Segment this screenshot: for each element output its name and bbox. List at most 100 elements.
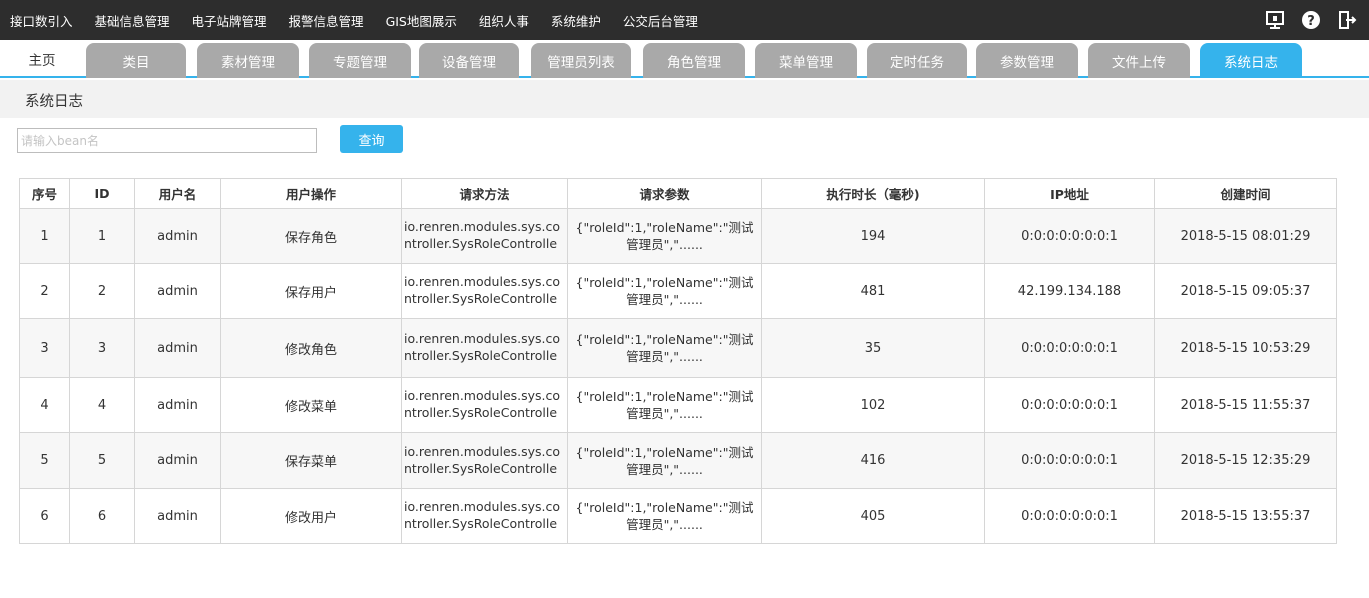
tab-menu[interactable]: 菜单管理 [755,43,857,78]
top-icons: ? [1265,0,1357,40]
cell-ip: 0:0:0:0:0:0:0:1 [984,318,1155,378]
cell-created: 2018-5-15 09:05:37 [1154,263,1337,319]
cell-method-text: io.renren.modules.sys.controller.SysRole… [404,274,561,309]
column-header-no[interactable]: 序号 [19,178,70,209]
table-row[interactable]: 2 2 admin 保存用户 io.renren.modules.sys.con… [19,263,1337,319]
cell-params: {"roleId":1,"roleName":"测试管理员","...... [567,488,762,544]
tab-scheduled-task[interactable]: 定时任务 [867,43,967,78]
cell-method: io.renren.modules.sys.controller.SysRole… [401,318,568,378]
cell-duration: 35 [761,318,985,378]
cell-created: 2018-5-15 10:53:29 [1154,318,1337,378]
tab-role[interactable]: 角色管理 [643,43,745,78]
cell-operation: 修改用户 [220,488,402,544]
cell-params-text: {"roleId":1,"roleName":"测试管理员","...... [575,389,754,421]
column-header-method[interactable]: 请求方法 [401,178,568,209]
tab-category[interactable]: 类目 [86,43,186,78]
tab-system-log[interactable]: 系统日志 [1200,43,1302,78]
query-button[interactable]: 查询 [340,125,403,153]
tab-device[interactable]: 设备管理 [419,43,519,78]
cell-operation: 修改菜单 [220,377,402,433]
search-input[interactable] [17,128,317,153]
table-header-row: 序号 ID 用户名 用户操作 请求方法 请求参数 执行时长（毫秒) IP地址 创… [19,178,1337,209]
logout-icon[interactable] [1337,10,1357,30]
column-header-duration[interactable]: 执行时长（毫秒) [761,178,985,209]
top-menu-item-gis-map[interactable]: GIS地图展示 [386,11,457,30]
cell-username: admin [134,488,221,544]
tab-file-upload[interactable]: 文件上传 [1088,43,1190,78]
cell-id: 4 [69,377,135,433]
table-row[interactable]: 1 1 admin 保存角色 io.renren.modules.sys.con… [19,208,1337,264]
cell-method-text: io.renren.modules.sys.controller.SysRole… [404,331,561,366]
table-row[interactable]: 4 4 admin 修改菜单 io.renren.modules.sys.con… [19,377,1337,433]
tab-material[interactable]: 素材管理 [197,43,299,78]
cell-id: 3 [69,318,135,378]
column-header-params[interactable]: 请求参数 [567,178,762,209]
top-menu-item-org-hr[interactable]: 组织人事 [479,11,529,30]
cell-id: 6 [69,488,135,544]
page-title: 系统日志 [25,94,83,110]
tab-strip: 主页 类目 素材管理 专题管理 设备管理 管理员列表 角色管理 菜单管理 定时任… [0,40,1369,78]
column-header-created[interactable]: 创建时间 [1154,178,1337,209]
cell-params: {"roleId":1,"roleName":"测试管理员","...... [567,208,762,264]
cell-no: 3 [19,318,70,378]
cell-operation: 保存角色 [220,208,402,264]
cell-method-text: io.renren.modules.sys.controller.SysRole… [404,499,561,534]
cell-params-text: {"roleId":1,"roleName":"测试管理员","...... [575,500,754,532]
cell-ip: 0:0:0:0:0:0:0:1 [984,432,1155,489]
monitor-icon[interactable] [1265,10,1285,30]
cell-method: io.renren.modules.sys.controller.SysRole… [401,208,568,264]
column-header-ip[interactable]: IP地址 [984,178,1155,209]
table-row[interactable]: 6 6 admin 修改用户 io.renren.modules.sys.con… [19,488,1337,544]
cell-duration: 102 [761,377,985,433]
cell-params-text: {"roleId":1,"roleName":"测试管理员","...... [575,444,754,477]
top-menu-item-system[interactable]: 系统维护 [551,11,601,30]
column-header-username[interactable]: 用户名 [134,178,221,209]
cell-operation: 保存用户 [220,263,402,319]
table-row[interactable]: 5 5 admin 保存菜单 io.renren.modules.sys.con… [19,432,1337,489]
cell-duration: 416 [761,432,985,489]
cell-no: 1 [19,208,70,264]
cell-username: admin [134,432,221,489]
cell-operation: 保存菜单 [220,432,402,489]
cell-id: 5 [69,432,135,489]
cell-id: 2 [69,263,135,319]
cell-method-text: io.renren.modules.sys.controller.SysRole… [404,219,561,254]
cell-created: 2018-5-15 11:55:37 [1154,377,1337,433]
tab-parameters[interactable]: 参数管理 [976,43,1078,78]
cell-operation: 修改角色 [220,318,402,378]
cell-ip: 0:0:0:0:0:0:0:1 [984,488,1155,544]
top-menu-item-basic-info[interactable]: 基础信息管理 [95,11,170,30]
cell-username: admin [134,263,221,319]
log-table: 序号 ID 用户名 用户操作 请求方法 请求参数 执行时长（毫秒) IP地址 创… [19,178,1337,544]
cell-created: 2018-5-15 12:35:29 [1154,432,1337,489]
top-nav-bar: 接口数引入 基础信息管理 电子站牌管理 报警信息管理 GIS地图展示 组织人事 … [0,0,1369,40]
column-header-id[interactable]: ID [69,178,135,209]
cell-no: 2 [19,263,70,319]
top-menu-item-bus-admin[interactable]: 公交后台管理 [623,11,698,30]
tab-home[interactable]: 主页 [14,40,70,78]
cell-ip: 0:0:0:0:0:0:0:1 [984,208,1155,264]
column-header-operation[interactable]: 用户操作 [220,178,402,209]
cell-created: 2018-5-15 08:01:29 [1154,208,1337,264]
top-menu-item-e-stop-sign[interactable]: 电子站牌管理 [192,11,267,30]
page-header: 系统日志 [0,80,1369,118]
cell-method-text: io.renren.modules.sys.controller.SysRole… [404,388,561,423]
cell-no: 5 [19,432,70,489]
cell-username: admin [134,377,221,433]
top-menu: 接口数引入 基础信息管理 电子站牌管理 报警信息管理 GIS地图展示 组织人事 … [0,0,710,40]
cell-params: {"roleId":1,"roleName":"测试管理员","...... [567,263,762,319]
cell-method: io.renren.modules.sys.controller.SysRole… [401,263,568,319]
cell-no: 4 [19,377,70,433]
cell-ip: 42.199.134.188 [984,263,1155,319]
cell-method-text: io.renren.modules.sys.controller.SysRole… [404,443,561,479]
cell-duration: 405 [761,488,985,544]
top-menu-item-alarm-info[interactable]: 报警信息管理 [289,11,364,30]
cell-ip: 0:0:0:0:0:0:0:1 [984,377,1155,433]
tab-topic[interactable]: 专题管理 [309,43,411,78]
tab-admin-list[interactable]: 管理员列表 [531,43,631,78]
cell-params-text: {"roleId":1,"roleName":"测试管理员","...... [575,275,754,307]
top-menu-item-api-import[interactable]: 接口数引入 [10,11,73,30]
help-icon[interactable]: ? [1301,10,1321,30]
cell-duration: 194 [761,208,985,264]
table-row[interactable]: 3 3 admin 修改角色 io.renren.modules.sys.con… [19,318,1337,378]
